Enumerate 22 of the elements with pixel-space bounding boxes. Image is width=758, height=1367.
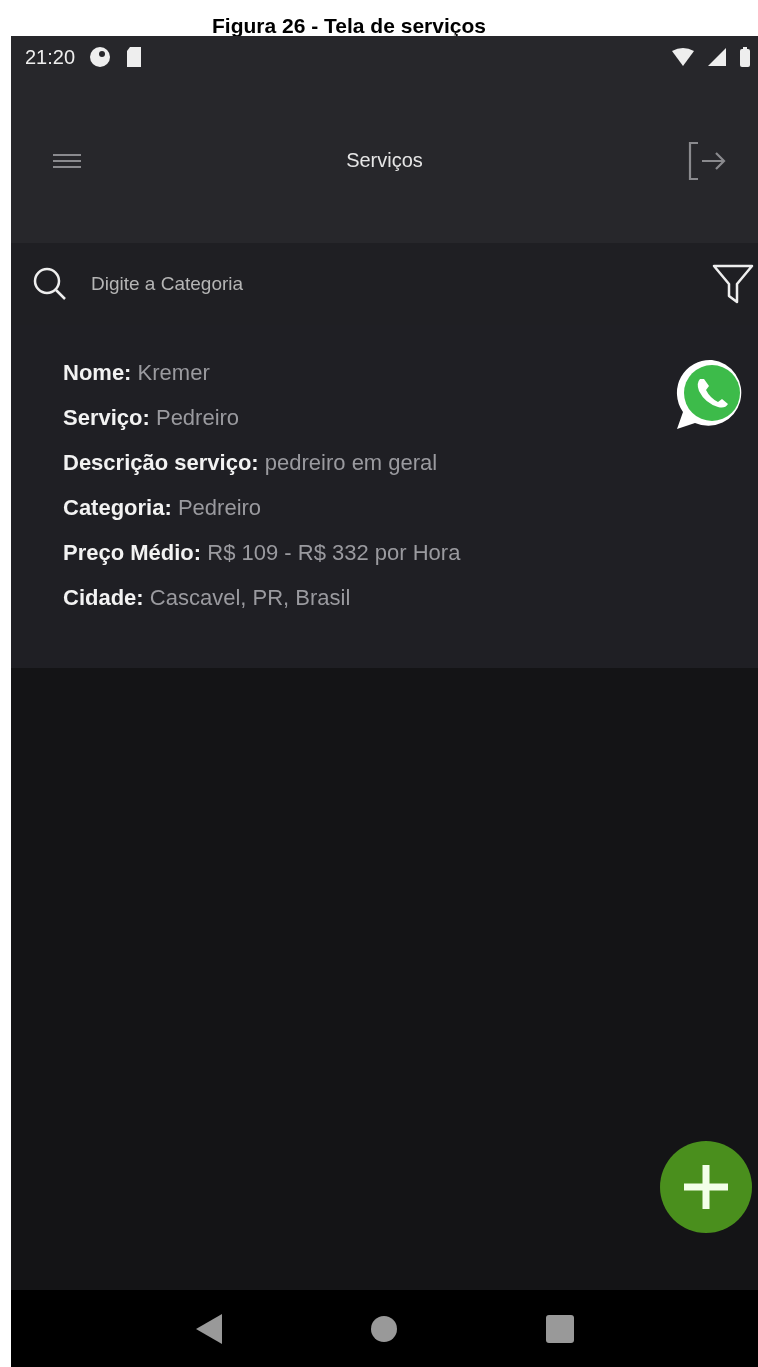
- figure-caption: Figura 26 - Tela de serviços: [211, 13, 487, 36]
- logout-icon[interactable]: [688, 141, 728, 180]
- service-card[interactable]: Nome: Kremer Serviço: Pedreiro Descrição serviço: pedreiro em geral Categoria: Pedreiro Preço Médio: R$ 109 - R$ 332 por Hora Cidade: Cascavel, PR, Brasil: [11, 325, 758, 668]
- battery-icon: [740, 47, 750, 67]
- service-field: Cidade: Cascavel, PR, Brasil: [63, 582, 674, 614]
- menu-icon[interactable]: [53, 153, 81, 168]
- service-field: Descrição serviço: pedreiro em geral: [63, 447, 674, 479]
- signal-icon: [708, 48, 726, 66]
- service-field: Categoria: Pedreiro: [63, 492, 674, 524]
- search-icon: [33, 267, 67, 301]
- status-time: 21:20: [25, 45, 76, 69]
- back-icon[interactable]: [195, 1313, 222, 1344]
- filter-icon[interactable]: [712, 263, 754, 305]
- service-field: Serviço: Pedreiro: [63, 402, 674, 434]
- screen-title: Serviços: [345, 149, 424, 172]
- wifi-icon: [672, 48, 694, 66]
- service-field: Nome: Kremer: [63, 357, 674, 389]
- plus-icon: [681, 1162, 731, 1212]
- sd-card-icon: [125, 46, 144, 68]
- service-field: Preço Médio: R$ 109 - R$ 332 por Hora: [63, 537, 674, 569]
- home-icon[interactable]: [370, 1315, 397, 1342]
- recents-icon[interactable]: [545, 1314, 574, 1343]
